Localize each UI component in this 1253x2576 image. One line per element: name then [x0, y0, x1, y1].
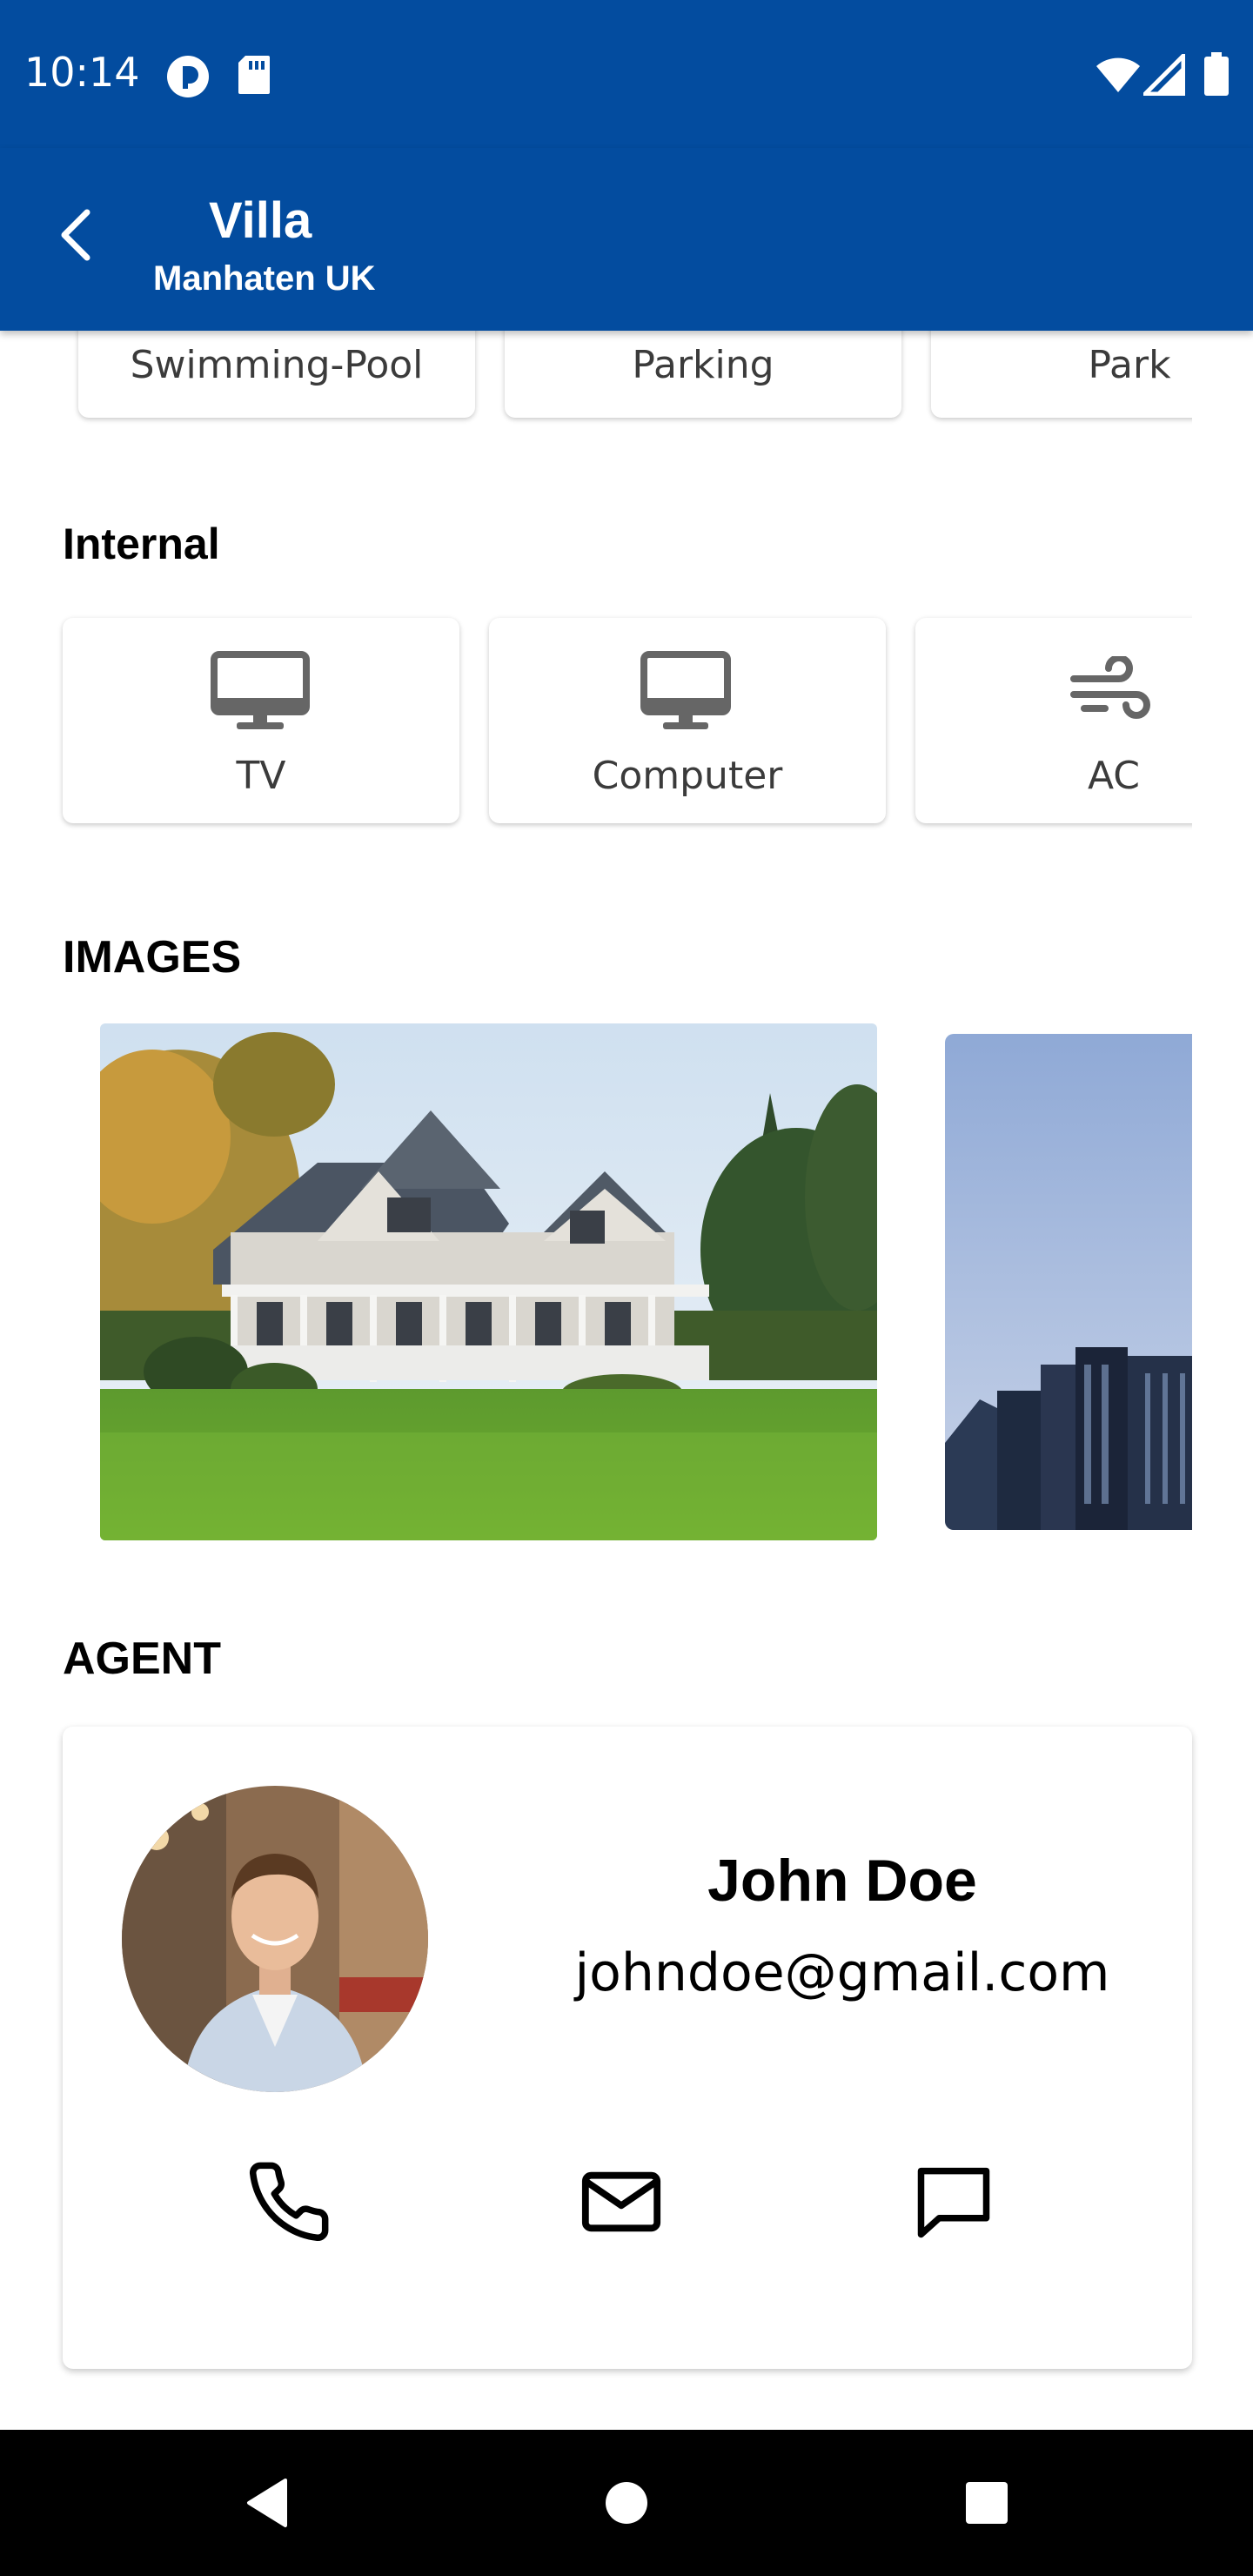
- internal-section-title: Internal: [63, 520, 220, 568]
- back-button[interactable]: [42, 200, 111, 270]
- monitor-icon: [211, 651, 310, 729]
- sd-card-icon: [238, 56, 270, 94]
- message-button[interactable]: [901, 2150, 1006, 2254]
- status-time: 10:14: [24, 49, 140, 96]
- message-icon: [917, 2167, 990, 2238]
- amenity-label: Park: [1088, 343, 1171, 387]
- amenity-label: Parking: [632, 343, 774, 387]
- agent-photo-graphic: [122, 1786, 428, 2092]
- mail-icon: [581, 2171, 661, 2232]
- images-carousel[interactable]: [0, 1018, 1192, 1549]
- phone-icon: [250, 2162, 329, 2241]
- images-section-title: IMAGES: [63, 932, 242, 983]
- app-bar: Villa Manhaten UK: [0, 148, 1253, 331]
- status-bar: 10:14: [0, 0, 1253, 148]
- house-photo-graphic: [100, 1023, 877, 1540]
- nav-back-button[interactable]: [235, 2472, 298, 2534]
- amenity-label: Computer: [592, 754, 783, 798]
- email-button[interactable]: [569, 2150, 673, 2254]
- nav-home-button[interactable]: [595, 2472, 658, 2534]
- city-photo-graphic: [945, 1034, 1192, 1530]
- amenity-label: TV: [236, 754, 286, 798]
- recents-square-icon: [966, 2482, 1008, 2524]
- battery-icon: [1204, 52, 1229, 96]
- internal-amenities-row[interactable]: TV Computer AC: [0, 609, 1192, 835]
- system-nav-bar: [0, 2430, 1253, 2576]
- page-title: Villa: [209, 192, 312, 249]
- page-subtitle: Manhaten UK: [153, 259, 376, 298]
- amenity-card-tv[interactable]: TV: [63, 618, 459, 823]
- amenity-label: Swimming-Pool: [130, 343, 424, 387]
- arrow-left-icon: [61, 209, 90, 261]
- agent-name: John Doe: [707, 1848, 977, 1914]
- monitor-icon: [640, 651, 731, 729]
- home-circle-icon: [606, 2482, 647, 2524]
- amenity-card-computer[interactable]: Computer: [489, 618, 886, 823]
- nav-recents-button[interactable]: [955, 2472, 1018, 2534]
- wifi-icon: [1096, 57, 1140, 92]
- call-button[interactable]: [237, 2150, 341, 2254]
- amenity-label: AC: [1087, 754, 1141, 798]
- agent-email: johndoe@gmail.com: [574, 1942, 1110, 2003]
- house-photo[interactable]: [100, 1023, 877, 1540]
- amenity-card-ac[interactable]: AC: [915, 618, 1192, 823]
- back-triangle-icon: [247, 2479, 287, 2527]
- wind-icon: [1070, 656, 1150, 719]
- agent-card: John Doe johndoe@gmail.com: [63, 1727, 1192, 2369]
- cell-signal-icon: [1143, 54, 1185, 96]
- avatar[interactable]: [122, 1786, 428, 2092]
- city-buildings-photo[interactable]: [945, 1034, 1192, 1530]
- agent-section-title: AGENT: [63, 1633, 221, 1684]
- notification-app-icon: [167, 56, 209, 97]
